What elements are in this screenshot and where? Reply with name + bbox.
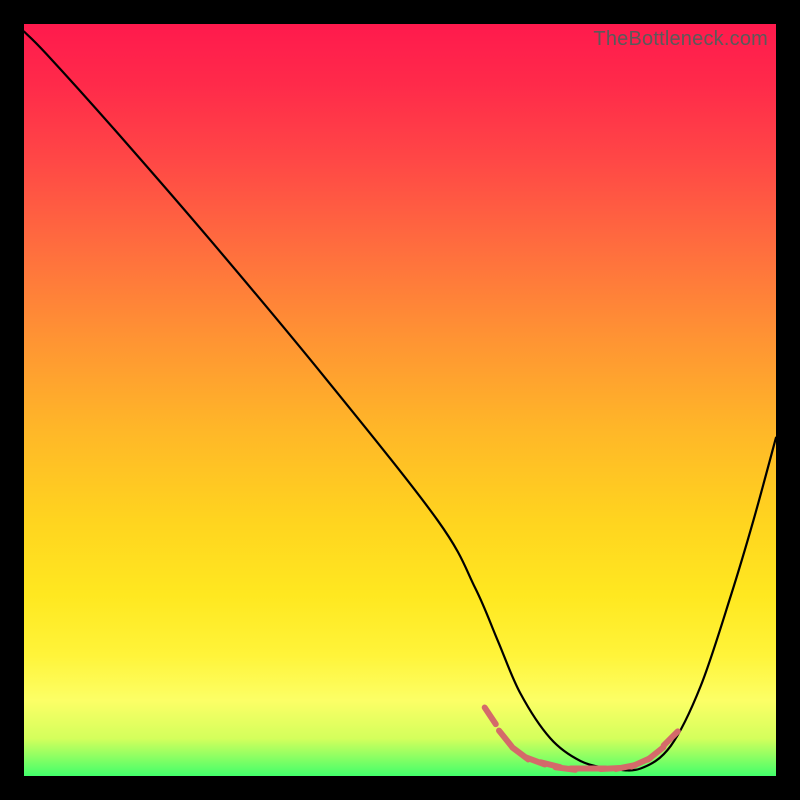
chart-plot-area: TheBottleneck.com [24, 24, 776, 776]
optimal-zone-marks [24, 24, 776, 776]
watermark-text: TheBottleneck.com [593, 28, 768, 51]
